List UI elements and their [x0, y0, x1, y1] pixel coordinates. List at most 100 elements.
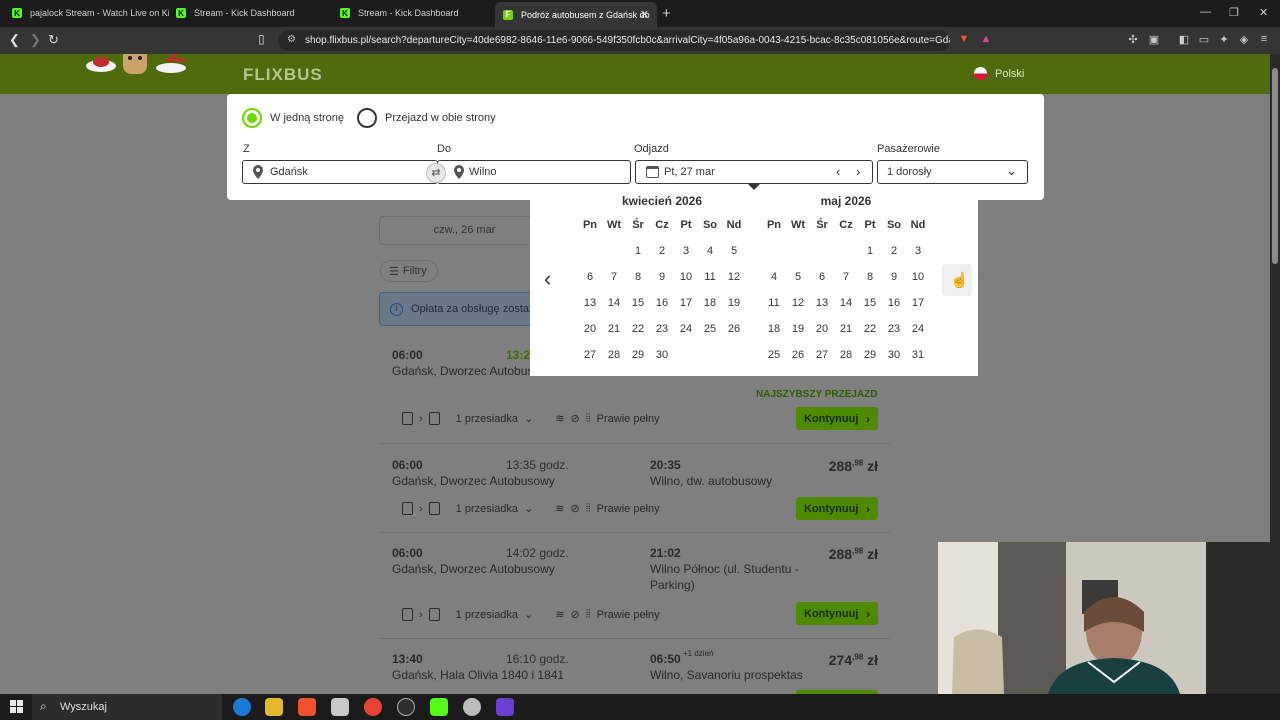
calendar-day[interactable]: 8	[858, 264, 882, 290]
calendar-day[interactable]: 10	[906, 264, 930, 290]
close-window-icon[interactable]: ✕	[1259, 6, 1268, 19]
calendar-day[interactable]: 4	[762, 264, 786, 290]
leo-icon[interactable]: ✦	[1217, 33, 1231, 47]
calendar-day[interactable]: 27	[578, 342, 602, 368]
menu-icon[interactable]: ≡	[1257, 33, 1271, 47]
calendar-day[interactable]: 16	[882, 290, 906, 316]
app-icon[interactable]	[463, 698, 481, 716]
calendar-day[interactable]: 27	[810, 342, 834, 368]
calendar-day[interactable]: 15	[858, 290, 882, 316]
calendar-day[interactable]: 2	[650, 238, 674, 264]
calendar-day[interactable]: 9	[882, 264, 906, 290]
calendar-day[interactable]: 17	[674, 290, 698, 316]
kick-app-icon[interactable]	[430, 698, 448, 716]
forward-icon[interactable]: ❯	[30, 32, 41, 48]
date-field[interactable]: Pt, 27 mar ‹ ›	[635, 160, 873, 184]
calendar-day[interactable]: 22	[858, 316, 882, 342]
one-way-radio[interactable]: W jedną stronę	[242, 108, 344, 128]
calendar-day[interactable]: 26	[786, 342, 810, 368]
calendar-day[interactable]: 24	[906, 316, 930, 342]
calendar-day[interactable]: 19	[722, 290, 746, 316]
continue-button[interactable]: Kontynuuj ›	[796, 602, 878, 625]
calendar-day[interactable]: 18	[762, 316, 786, 342]
obs-icon[interactable]	[397, 698, 415, 716]
calendar-day[interactable]: 11	[762, 290, 786, 316]
passengers-field[interactable]: 1 dorosły ⌄	[877, 160, 1028, 184]
vpn-icon[interactable]: ◈	[1237, 33, 1251, 47]
taskbar-search[interactable]: ⌕ Wyszukaj	[32, 694, 222, 720]
wallet-icon[interactable]: ▭	[1197, 33, 1211, 47]
app-icon[interactable]	[331, 698, 349, 716]
brave-shield-icon[interactable]: ▼	[957, 33, 971, 47]
calendar-day[interactable]: 12	[786, 290, 810, 316]
browser-tab[interactable]: K Stream - Kick Dashboard	[332, 2, 497, 24]
calendar-day[interactable]: 17	[906, 290, 930, 316]
calendar-day[interactable]: 31	[906, 342, 930, 368]
continue-button[interactable]: Kontynuuj ›	[796, 497, 878, 520]
brave-icon[interactable]	[298, 698, 316, 716]
calendar-day[interactable]: 3	[674, 238, 698, 264]
calendar-day[interactable]: 3	[906, 238, 930, 264]
calendar-day[interactable]: 8	[626, 264, 650, 290]
brave-rewards-icon[interactable]: ▲	[979, 33, 993, 47]
calendar-day[interactable]: 25	[698, 316, 722, 342]
browser-tab[interactable]: K pajalock Stream - Watch Live on Kick	[4, 2, 169, 24]
file-explorer-icon[interactable]	[265, 698, 283, 716]
calendar-day[interactable]	[578, 238, 602, 264]
restore-icon[interactable]: ❐	[1229, 6, 1239, 19]
sidebar-icon[interactable]: ◧	[1177, 33, 1191, 47]
calendar-day[interactable]: 7	[834, 264, 858, 290]
calendar-day[interactable]	[834, 238, 858, 264]
transfers-label[interactable]: 1 przesiadka	[456, 609, 518, 621]
calendar-day[interactable]: 28	[602, 342, 626, 368]
transfers-label[interactable]: 1 przesiadka	[456, 413, 518, 425]
calendar-day[interactable]: 21	[834, 316, 858, 342]
extensions-icon[interactable]: ✣	[1126, 33, 1140, 47]
calendar-day[interactable]: 25	[762, 342, 786, 368]
date-tab[interactable]: czw., 26 mar	[379, 216, 550, 245]
calendar-day[interactable]	[674, 342, 698, 368]
calendar-day[interactable]: 6	[810, 264, 834, 290]
calendar-day[interactable]: 6	[578, 264, 602, 290]
calendar-day[interactable]	[698, 342, 722, 368]
close-tab-icon[interactable]: ✕	[640, 8, 649, 21]
calendar-day[interactable]: 15	[626, 290, 650, 316]
round-trip-radio[interactable]: Przejazd w obie strony	[357, 108, 496, 128]
calendar-day[interactable]	[810, 238, 834, 264]
filters-button[interactable]: ☰ Filtry	[380, 260, 438, 282]
site-info-icon[interactable]: ⚙	[287, 34, 296, 45]
next-day-icon[interactable]: ›	[856, 164, 860, 179]
calendar-day[interactable]: 4	[698, 238, 722, 264]
scrollbar-thumb[interactable]	[1272, 68, 1278, 264]
calendar-day[interactable]: 29	[858, 342, 882, 368]
reload-icon[interactable]: ↻	[48, 32, 59, 48]
calendar-day[interactable]: 9	[650, 264, 674, 290]
calendar-day[interactable]	[722, 342, 746, 368]
calendar-day[interactable]: 26	[722, 316, 746, 342]
calendar-day[interactable]: 23	[882, 316, 906, 342]
back-icon[interactable]: ❮	[9, 32, 20, 48]
calendar-day[interactable]: 12	[722, 264, 746, 290]
calendar-day[interactable]: 14	[602, 290, 626, 316]
calendar-day[interactable]: 28	[834, 342, 858, 368]
trip-card[interactable]: 06:00 13:35 godz. 20:35 Gdańsk, Dworzec …	[380, 456, 890, 536]
calendar-day[interactable]: 1	[858, 238, 882, 264]
swap-cities-icon[interactable]: ⇄	[426, 163, 446, 183]
calendar-day[interactable]: 30	[650, 342, 674, 368]
transfers-label[interactable]: 1 przesiadka	[456, 503, 518, 515]
calendar-day[interactable]: 24	[674, 316, 698, 342]
calendar-day[interactable]: 13	[578, 290, 602, 316]
language-selector[interactable]: Polski	[974, 67, 1024, 80]
browser-tab-active[interactable]: F Podróż autobusem z Gdańsk do ✕	[495, 2, 657, 27]
calendar-day[interactable]: 5	[786, 264, 810, 290]
address-bar[interactable]: ⚙ shop.flixbus.pl/search?departureCity=4…	[278, 30, 950, 51]
prev-month-icon[interactable]: ‹	[544, 266, 551, 292]
calendar-day[interactable]	[786, 238, 810, 264]
app-icon[interactable]	[496, 698, 514, 716]
calendar-day[interactable]: 1	[626, 238, 650, 264]
calendar-day[interactable]: 21	[602, 316, 626, 342]
calendar-day[interactable]: 14	[834, 290, 858, 316]
trip-card[interactable]: 13:40 16:10 godz. 06:50 +1 dzień Gdańsk,…	[380, 649, 890, 694]
tab-search-icon[interactable]: ▣	[1147, 33, 1161, 47]
prev-day-icon[interactable]: ‹	[836, 164, 840, 179]
